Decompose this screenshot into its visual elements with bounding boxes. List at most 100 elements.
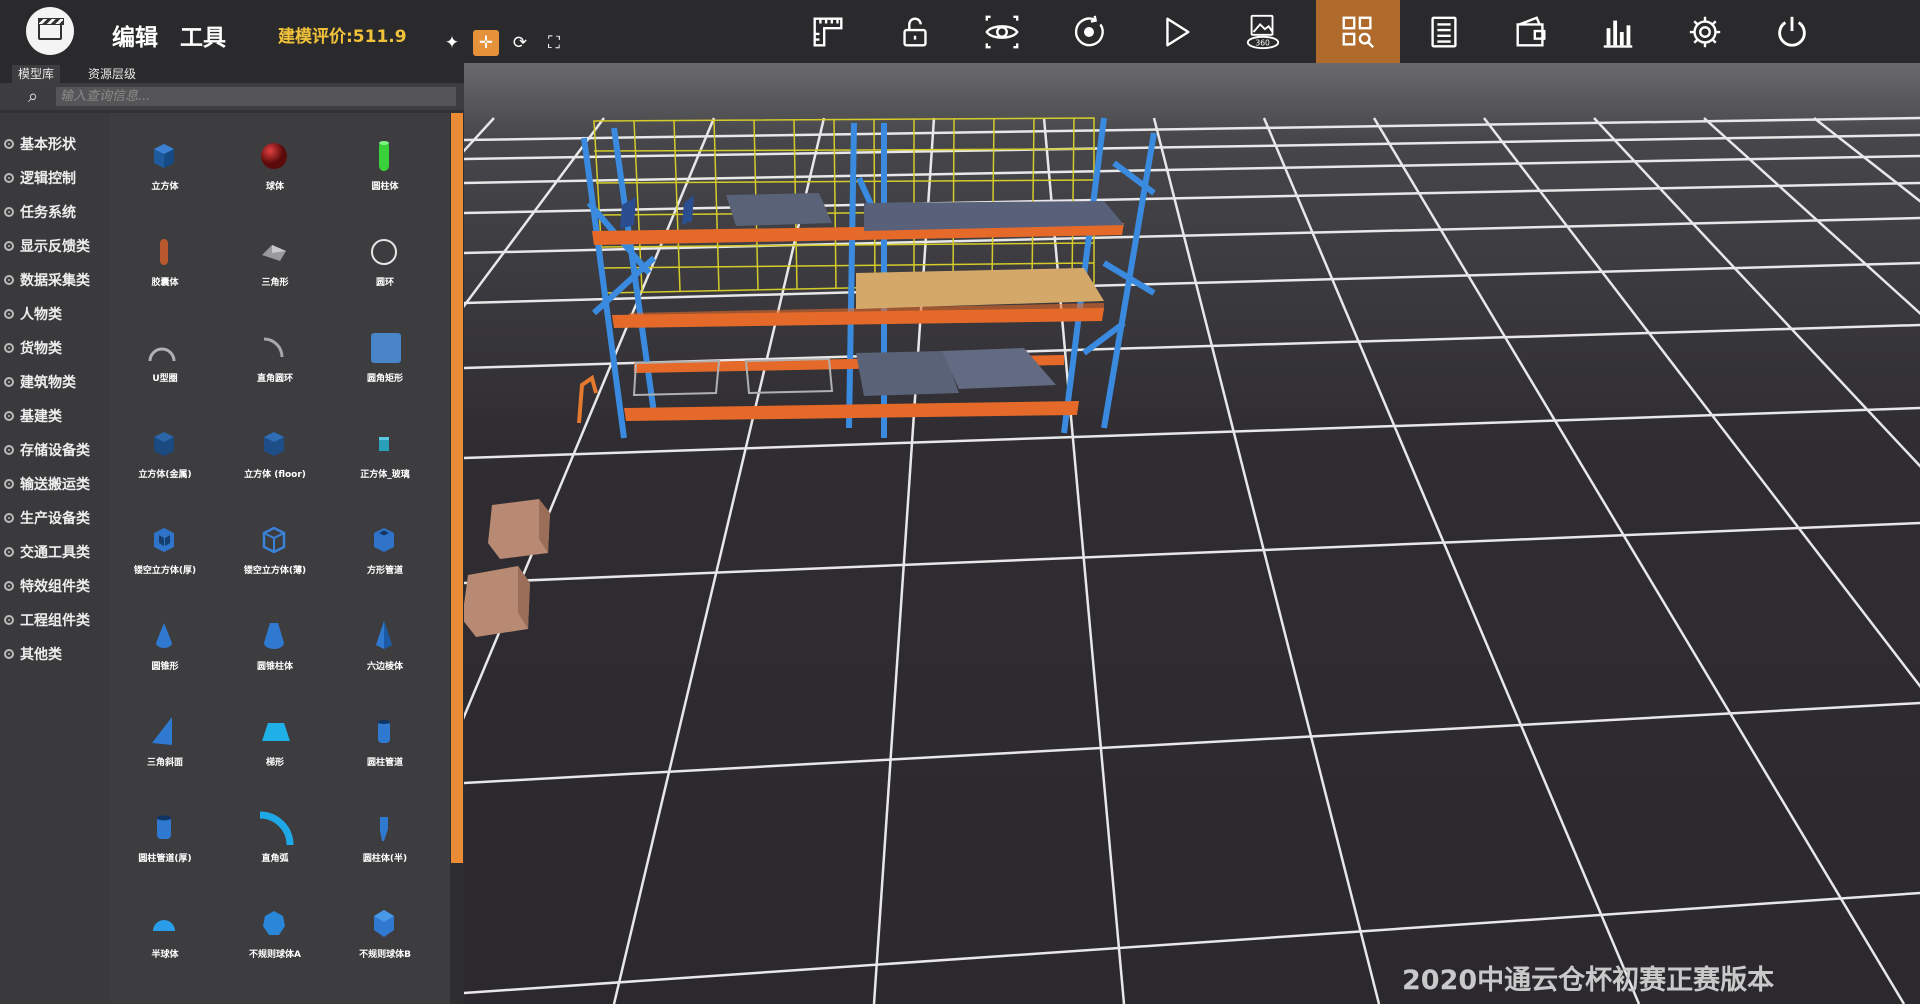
triangle-icon — [262, 245, 286, 261]
category-dot-icon — [4, 513, 14, 523]
search-icon[interactable]: ⌕ — [28, 86, 38, 107]
record-icon[interactable] — [1047, 0, 1131, 63]
model-item-hollow-cube-thick[interactable]: 镂空立方体(厚) — [110, 497, 220, 593]
category-dot-icon — [4, 207, 14, 217]
category-item[interactable]: 人物类 — [4, 303, 62, 325]
eye-icon[interactable] — [960, 0, 1044, 63]
model-item-cube[interactable]: 立方体 — [110, 113, 220, 209]
cylinder-pipe-icon — [378, 720, 390, 743]
cylinder-icon — [379, 141, 389, 171]
model-item-triangle-slope[interactable]: 三角斜面 — [110, 689, 220, 785]
rotate-icon[interactable]: ⟳ — [507, 30, 533, 56]
cardboard-box-b[interactable] — [464, 566, 530, 637]
model-item-floor-cube[interactable]: 立方体 (floor) — [220, 401, 330, 497]
right-arc-icon — [259, 811, 294, 845]
category-item[interactable]: 建筑物类 — [4, 371, 76, 393]
top-toolbar: 编辑 工具 建模评价:511.9 ✦ ✛ ⟳ ⛶ 360 — [0, 0, 1920, 63]
list-icon[interactable] — [1402, 0, 1486, 63]
model-item-irregular-sphere-a[interactable]: 不规则球体A — [220, 881, 330, 977]
scene-canvas — [464, 116, 1920, 1004]
model-item-metal-cube[interactable]: 立方体(金属) — [110, 401, 220, 497]
pallet-top[interactable] — [726, 193, 832, 226]
category-item[interactable]: 输送搬运类 — [4, 473, 90, 495]
power-icon[interactable] — [1750, 0, 1834, 63]
pallet-bottom-a[interactable] — [856, 351, 959, 396]
model-item-cone[interactable]: 圆锥形 — [110, 593, 220, 689]
menu-tools[interactable]: 工具 — [180, 18, 226, 52]
panorama-360-icon[interactable]: 360 — [1221, 0, 1305, 63]
category-item[interactable]: 基本形状 — [4, 133, 76, 155]
model-item-quarter-ring[interactable]: 直角圆环 — [220, 305, 330, 401]
storage-rack-model[interactable] — [577, 117, 1157, 439]
tab-resource-hierarchy[interactable]: 资源层级 — [82, 65, 142, 83]
model-item-irregular-sphere-b[interactable]: 不规则球体B — [330, 881, 440, 977]
category-dot-icon — [4, 377, 14, 387]
category-item[interactable]: 生产设备类 — [4, 507, 90, 529]
search-input[interactable] — [56, 87, 456, 106]
model-item-triangle[interactable]: 三角形 — [220, 209, 330, 305]
pallet-bottom-b[interactable] — [942, 348, 1056, 389]
3d-viewport[interactable]: 2020中通云仓杯初赛正赛版本 — [464, 63, 1920, 1004]
wood-deck[interactable] — [856, 268, 1104, 309]
category-dot-icon — [4, 547, 14, 557]
model-item-right-arc[interactable]: 直角弧 — [220, 785, 330, 881]
model-item-cylinder-pipe[interactable]: 圆柱管道 — [330, 689, 440, 785]
gear-icon[interactable] — [1663, 0, 1747, 63]
model-item-sphere[interactable]: 球体 — [220, 113, 330, 209]
tab-model-library[interactable]: 模型库 — [12, 65, 61, 83]
grid-view-icon[interactable] — [1316, 0, 1400, 63]
unlock-icon[interactable] — [873, 0, 957, 63]
modeling-rating: 建模评价:511.9 — [278, 27, 407, 47]
model-item-hex-pyramid[interactable]: 六边棱体 — [330, 593, 440, 689]
model-item-thick-pipe[interactable]: 圆柱管道(厚) — [110, 785, 220, 881]
category-item[interactable]: 逻辑控制 — [4, 167, 76, 189]
chart-icon[interactable] — [1576, 0, 1660, 63]
category-item[interactable]: 交通工具类 — [4, 541, 90, 563]
ruler-icon[interactable] — [786, 0, 870, 63]
play-icon[interactable] — [1134, 0, 1218, 63]
category-item[interactable]: 显示反馈类 — [4, 235, 90, 257]
model-item-ring[interactable]: 圆环 — [330, 209, 440, 305]
sparkle-icon[interactable]: ✦ — [439, 30, 465, 56]
model-item-cylinder[interactable]: 圆柱体 — [330, 113, 440, 209]
model-item-half-cylinder[interactable]: 圆柱体(半) — [330, 785, 440, 881]
category-item[interactable]: 数据采集类 — [4, 269, 90, 291]
fullscreen-icon[interactable]: ⛶ — [541, 30, 567, 56]
category-item[interactable]: 货物类 — [4, 337, 62, 359]
move-icon[interactable]: ✛ — [473, 30, 499, 56]
category-item[interactable]: 基建类 — [4, 405, 62, 427]
irregular-sphere-a-icon — [263, 911, 285, 935]
panel-tabs: 模型库 资源层级 — [0, 63, 464, 83]
triangle-slope-icon — [152, 717, 172, 745]
hemisphere-icon — [153, 920, 175, 931]
model-item-hemisphere[interactable]: 半球体 — [110, 881, 220, 977]
model-item-rounded-rect[interactable]: 圆角矩形 — [330, 305, 440, 401]
category-item[interactable]: 特效组件类 — [4, 575, 90, 597]
thick-pipe-icon — [157, 815, 171, 839]
panel-scrollbar[interactable] — [450, 113, 464, 1004]
rounded-rect-icon — [371, 333, 401, 363]
model-item-trapezoid[interactable]: 梯形 — [220, 689, 330, 785]
category-dot-icon — [4, 173, 14, 183]
model-item-square-pipe[interactable]: 方形管道 — [330, 497, 440, 593]
category-item[interactable]: 存储设备类 — [4, 439, 90, 461]
model-item-capsule[interactable]: 胶囊体 — [110, 209, 220, 305]
irregular-sphere-b-icon — [374, 910, 394, 937]
category-dot-icon — [4, 445, 14, 455]
model-item-cone-cylinder[interactable]: 圆锥柱体 — [220, 593, 330, 689]
model-item-glass-cube[interactable]: 正方体_玻璃 — [330, 401, 440, 497]
cone-icon — [156, 623, 172, 648]
model-item-u-ring[interactable]: U型圈 — [110, 305, 220, 401]
menu-edit[interactable]: 编辑 — [112, 18, 158, 52]
wallet-icon[interactable] — [1489, 0, 1573, 63]
scrollbar-thumb[interactable] — [451, 113, 463, 863]
category-item[interactable]: 其他类 — [4, 643, 62, 665]
cardboard-box-a[interactable] — [488, 499, 550, 559]
half-cylinder-icon — [380, 817, 388, 841]
category-item[interactable]: 任务系统 — [4, 201, 76, 223]
cone-cylinder-icon — [264, 623, 284, 649]
app-logo-icon[interactable] — [26, 7, 74, 55]
capsule-icon — [160, 239, 168, 265]
model-item-hollow-cube-thin[interactable]: 镂空立方体(薄) — [220, 497, 330, 593]
category-item[interactable]: 工程组件类 — [4, 609, 90, 631]
